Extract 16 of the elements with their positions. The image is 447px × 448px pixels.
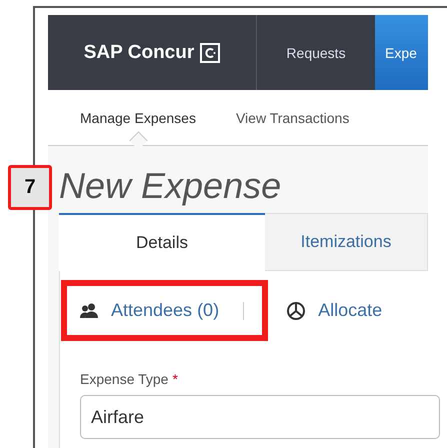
field-label: Expense Type [80,371,168,387]
page-title: New Expense [59,164,282,208]
subnav-link[interactable]: View Transactions [236,110,350,126]
people-icon [79,300,99,320]
logo-icon [200,42,220,62]
expense-type-field[interactable]: Airfare [80,395,440,439]
step-badge: 7 [8,165,52,210]
tab[interactable]: Details [59,213,265,271]
tab[interactable]: Itemizations [265,213,428,271]
required-mark: * [172,371,178,387]
attendees-link[interactable]: Attendees (0) [79,300,220,321]
pie-chart-icon [286,300,306,320]
nav-tab[interactable]: Requests [257,15,375,90]
allocate-link[interactable]: Allocate [286,300,382,321]
logo-text: SAP Concur [84,42,194,64]
nav-tab[interactable]: Expe [375,15,428,90]
